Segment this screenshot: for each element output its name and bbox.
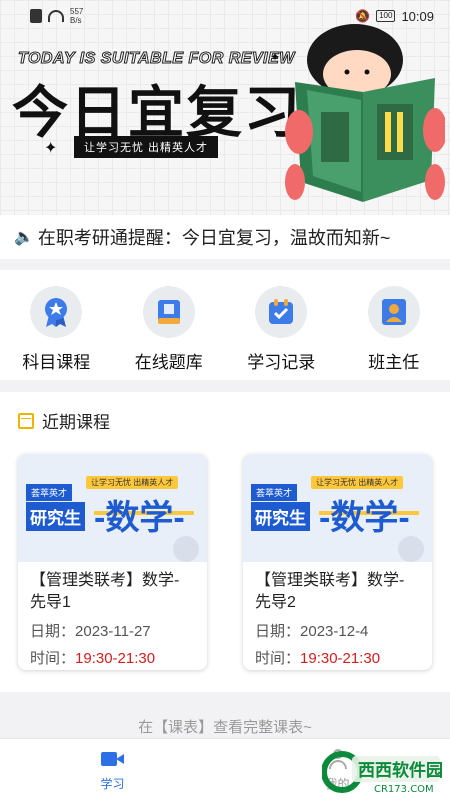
thumb-subject: -数学- xyxy=(94,499,185,537)
sparkle-icon: ✦ xyxy=(270,50,281,64)
nav-tab-study[interactable]: 学习 xyxy=(0,739,225,800)
recent-courses-header: 近期课程 xyxy=(0,392,450,433)
course-title: 【管理类联考】数学-先导2 xyxy=(255,572,405,611)
course-title: 【管理类联考】数学-先导1 xyxy=(30,572,180,611)
full-schedule-link[interactable]: 在【课表】查看完整课表~ xyxy=(0,716,450,737)
course-date: 2023-12-4 xyxy=(300,623,369,640)
thumb-tag: 让学习无忧 出精英人才 xyxy=(311,476,404,489)
thumb-tag: 让学习无忧 出精英人才 xyxy=(86,476,179,489)
course-time-label: 时间： xyxy=(255,650,301,667)
clock: 10:09 xyxy=(401,8,434,24)
notice-text: 在职考研通提醒：今日宜复习，温故而知新~ xyxy=(37,228,391,248)
medal-icon xyxy=(30,286,83,338)
decor-circle xyxy=(173,536,199,562)
recent-courses-title: 近期课程 xyxy=(42,413,110,432)
thumb-subject: -数学- xyxy=(319,499,410,537)
network-speed-unit: B/s xyxy=(70,16,82,25)
banner-tagline: 让学习无忧 出精英人才 xyxy=(74,136,219,158)
calendar-icon xyxy=(18,412,34,429)
thumb-level: 研究生 xyxy=(26,502,85,531)
sparkle-icon: ✦ xyxy=(44,140,58,157)
decor-circle xyxy=(398,536,424,562)
course-time-label: 时间： xyxy=(30,650,76,667)
mute-icon: 🔕 xyxy=(355,9,371,23)
svg-text:西西软件园: 西西软件园 xyxy=(358,760,442,781)
quick-entry-label: 学习记录 xyxy=(247,353,316,372)
course-date-label: 日期： xyxy=(255,623,301,640)
quick-entry-courses[interactable]: 科目课程 xyxy=(0,270,113,380)
quick-entry-study-record[interactable]: 学习记录 xyxy=(225,270,338,380)
thumb-brand: 荟萃英才 xyxy=(26,484,73,501)
calendar-check-icon xyxy=(255,286,308,338)
course-date: 2023-11-27 xyxy=(75,623,151,640)
course-card-list: 荟萃英才 让学习无忧 出精英人才 研究生 -数学- 【管理类联考】数学-先导1 … xyxy=(18,454,432,670)
course-time: 19:30-21:30 xyxy=(300,650,381,667)
svg-text:CR173.COM: CR173.COM xyxy=(374,784,434,795)
course-date-label: 日期： xyxy=(30,623,76,640)
course-date-row: 日期：2023-11-27 xyxy=(30,620,195,641)
recent-courses-section: 近期课程 荟萃英才 让学习无忧 出精英人才 研究生 -数学- 【管理类联考】数学… xyxy=(0,392,450,692)
site-watermark-logo: 西西软件园 CR173.COM xyxy=(321,748,443,796)
quick-entry-head-teacher[interactable]: 班主任 xyxy=(338,270,450,380)
banner-subtitle: TODAY IS SUITABLE FOR REVIEW xyxy=(18,50,295,68)
course-time-row: 时间：19:30-21:30 xyxy=(255,647,420,668)
course-time-row: 时间：19:30-21:30 xyxy=(30,647,195,668)
notification-icon xyxy=(30,9,42,23)
course-time: 19:30-21:30 xyxy=(75,650,156,667)
quick-entry-label: 科目课程 xyxy=(22,353,91,372)
thumb-brand: 荟萃英才 xyxy=(251,484,298,501)
battery-icon: 100 xyxy=(376,10,396,22)
quick-entry-grid: 科目课程 在线题库 学习记录 班主任 xyxy=(0,270,450,380)
wifi-icon xyxy=(48,10,64,22)
reading-person-illustration xyxy=(285,24,445,202)
network-speed-value: 557 xyxy=(70,7,84,16)
course-date-row: 日期：2023-12-4 xyxy=(255,620,420,641)
course-thumbnail: 荟萃英才 让学习无忧 出精英人才 研究生 -数学- xyxy=(18,454,207,562)
banner[interactable]: TODAY IS SUITABLE FOR REVIEW 今日宜复习 让学习无忧… xyxy=(0,0,450,215)
network-speed: 557 B/s xyxy=(70,7,83,25)
nav-tab-label: 学习 xyxy=(100,777,125,791)
status-bar: 557 B/s 🔕 100 10:09 xyxy=(0,0,450,32)
course-card[interactable]: 荟萃英才 让学习无忧 出精英人才 研究生 -数学- 【管理类联考】数学-先导1 … xyxy=(18,454,207,670)
video-icon xyxy=(100,749,125,769)
book-icon xyxy=(142,286,195,338)
course-card[interactable]: 荟萃英才 让学习无忧 出精英人才 研究生 -数学- 【管理类联考】数学-先导2 … xyxy=(243,454,432,670)
quick-entry-question-bank[interactable]: 在线题库 xyxy=(113,270,226,380)
quick-entry-label: 班主任 xyxy=(368,353,420,372)
thumb-level: 研究生 xyxy=(251,502,310,531)
course-thumbnail: 荟萃英才 让学习无忧 出精英人才 研究生 -数学- xyxy=(243,454,432,562)
quick-entry-label: 在线题库 xyxy=(134,353,203,372)
speaker-icon: 🔈 xyxy=(14,229,34,246)
teacher-icon xyxy=(367,286,420,338)
notice-bar[interactable]: 🔈 在职考研通提醒：今日宜复习，温故而知新~ xyxy=(0,215,450,259)
